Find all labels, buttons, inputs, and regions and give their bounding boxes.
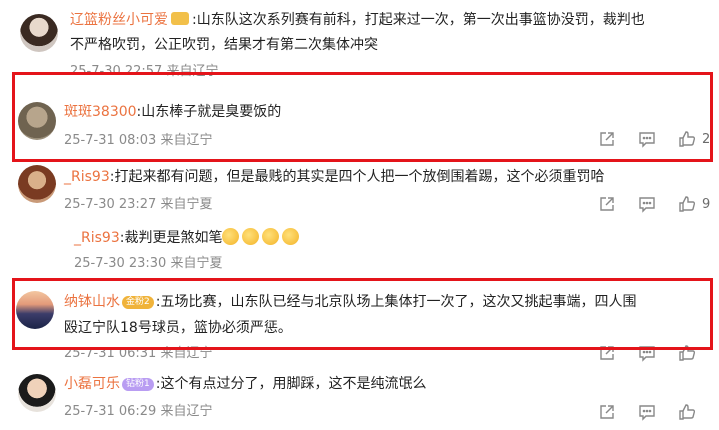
- comment-text: _Ris93:裁判更是煞如笔: [74, 226, 302, 250]
- like-count: 9: [702, 196, 711, 212]
- comment-text-continued: 不严格吹罚，公正吹罚，结果才有第二次集体冲突: [70, 33, 378, 57]
- timestamp: 25-7-31 06:29: [64, 404, 157, 419]
- comment-meta: 25-7-31 06:29 来自辽宁: [64, 403, 213, 421]
- grinning-emoji-icon: [282, 228, 300, 245]
- comment-meta: 25-7-31 08:03 来自辽宁: [64, 132, 213, 150]
- timestamp: 25-7-30 22:57: [70, 64, 163, 79]
- avatar[interactable]: [16, 291, 54, 329]
- share-icon[interactable]: [596, 195, 618, 213]
- comment-actions: 2: [578, 130, 710, 148]
- comment-actions: 9: [578, 195, 710, 213]
- comment-meta: 25-7-30 22:57 来自辽宁: [70, 63, 219, 81]
- username[interactable]: 辽篮粉丝小可爱: [70, 12, 168, 28]
- like-icon[interactable]: [676, 344, 698, 362]
- comment-meta: 25-7-31 06:31 来自辽宁: [64, 345, 213, 363]
- comment-body: :打起来都有问题，但是最贱的其实是四个人把一个放倒围着踢，这个必须重罚哈: [109, 169, 605, 185]
- location: 来自宁夏: [170, 256, 223, 271]
- comment-text: _Ris93:打起来都有问题，但是最贱的其实是四个人把一个放倒围着踢，这个必须重…: [64, 165, 604, 189]
- comment-item: 小磊可乐 钻粉1:这个有点过分了，用脚踩，这不是纯流氓么 25-7-31 06:2…: [0, 368, 719, 430]
- grinning-emoji-icon: [262, 228, 280, 245]
- comment-icon[interactable]: [636, 344, 658, 362]
- location: 来自辽宁: [160, 133, 213, 148]
- comment-item: 纳钵山水 金粉2:五场比赛，山东队已经与北京队场上集体打一次了，这次又挑起事端，四…: [0, 285, 719, 363]
- comment-actions: [578, 344, 698, 362]
- comment-item: _Ris93:打起来都有问题，但是最贱的其实是四个人把一个放倒围着踢，这个必须重…: [0, 165, 719, 220]
- comment-body: :五场比赛，山东队已经与北京队场上集体打一次了，这次又挑起事端，四人围: [155, 294, 637, 310]
- timestamp: 25-7-30 23:27: [64, 197, 157, 212]
- comment-text: 辽篮粉丝小可爱 :山东队这次系列赛有前科，打起来过一次，第一次出事篮协没罚，裁判也: [70, 8, 645, 32]
- comment-body: :裁判更是煞如笔: [119, 230, 223, 246]
- share-icon[interactable]: [596, 344, 618, 362]
- fan-badge: 金粉2: [122, 296, 154, 309]
- crown-badge-icon: [171, 12, 189, 25]
- timestamp: 25-7-31 08:03: [64, 133, 157, 148]
- comment-body: 殴辽宁队18号球员，篮协必须严惩。: [64, 320, 292, 336]
- avatar[interactable]: [18, 102, 56, 140]
- username[interactable]: 斑斑38300: [64, 104, 137, 120]
- grinning-emoji-icon: [222, 228, 240, 245]
- reply-item: _Ris93:裁判更是煞如笔 25-7-30 23:30 来自宁夏: [0, 226, 719, 276]
- username[interactable]: 纳钵山水: [64, 294, 120, 310]
- comment-meta: 25-7-30 23:30 来自宁夏: [74, 255, 223, 273]
- like-icon[interactable]: [676, 195, 698, 213]
- grinning-emoji-icon: [242, 228, 260, 245]
- comment-icon[interactable]: [636, 130, 658, 148]
- like-count: 2: [702, 131, 711, 147]
- comment-text: 斑斑38300:山东棒子就是臭要饭的: [64, 100, 281, 124]
- like-icon[interactable]: [676, 130, 698, 148]
- comment-item: 斑斑38300:山东棒子就是臭要饭的 25-7-31 08:03 来自辽宁 2: [0, 90, 719, 160]
- location: 来自辽宁: [166, 64, 219, 79]
- location: 来自辽宁: [160, 404, 213, 419]
- avatar[interactable]: [18, 165, 56, 203]
- share-icon[interactable]: [596, 130, 618, 148]
- comment-body: :这个有点过分了，用脚踩，这不是纯流氓么: [155, 376, 427, 392]
- comment-actions: [578, 403, 698, 421]
- comment-body: :山东队这次系列赛有前科，打起来过一次，第一次出事篮协没罚，裁判也: [192, 12, 645, 28]
- comment-text-continued: 殴辽宁队18号球员，篮协必须严惩。: [64, 316, 292, 340]
- share-icon[interactable]: [596, 403, 618, 421]
- fan-badge: 钻粉1: [122, 378, 154, 391]
- comment-icon[interactable]: [636, 403, 658, 421]
- comment-text: 小磊可乐 钻粉1:这个有点过分了，用脚踩，这不是纯流氓么: [64, 372, 426, 396]
- comment-icon[interactable]: [636, 195, 658, 213]
- timestamp: 25-7-30 23:30: [74, 256, 167, 271]
- comment-body: 不严格吹罚，公正吹罚，结果才有第二次集体冲突: [70, 37, 378, 53]
- comment-item: 辽篮粉丝小可爱 :山东队这次系列赛有前科，打起来过一次，第一次出事篮协没罚，裁判也…: [0, 0, 719, 79]
- location: 来自宁夏: [160, 197, 213, 212]
- username[interactable]: _Ris93: [64, 169, 110, 185]
- comment-body: :山东棒子就是臭要饭的: [136, 104, 282, 120]
- timestamp: 25-7-31 06:31: [64, 346, 157, 361]
- avatar[interactable]: [20, 14, 58, 52]
- location: 来自辽宁: [160, 346, 213, 361]
- comment-meta: 25-7-30 23:27 来自宁夏: [64, 196, 213, 214]
- avatar[interactable]: [18, 374, 56, 412]
- username[interactable]: 小磊可乐: [64, 376, 120, 392]
- like-icon[interactable]: [676, 403, 698, 421]
- username[interactable]: _Ris93: [74, 230, 120, 246]
- comment-text: 纳钵山水 金粉2:五场比赛，山东队已经与北京队场上集体打一次了，这次又挑起事端，四…: [64, 290, 636, 314]
